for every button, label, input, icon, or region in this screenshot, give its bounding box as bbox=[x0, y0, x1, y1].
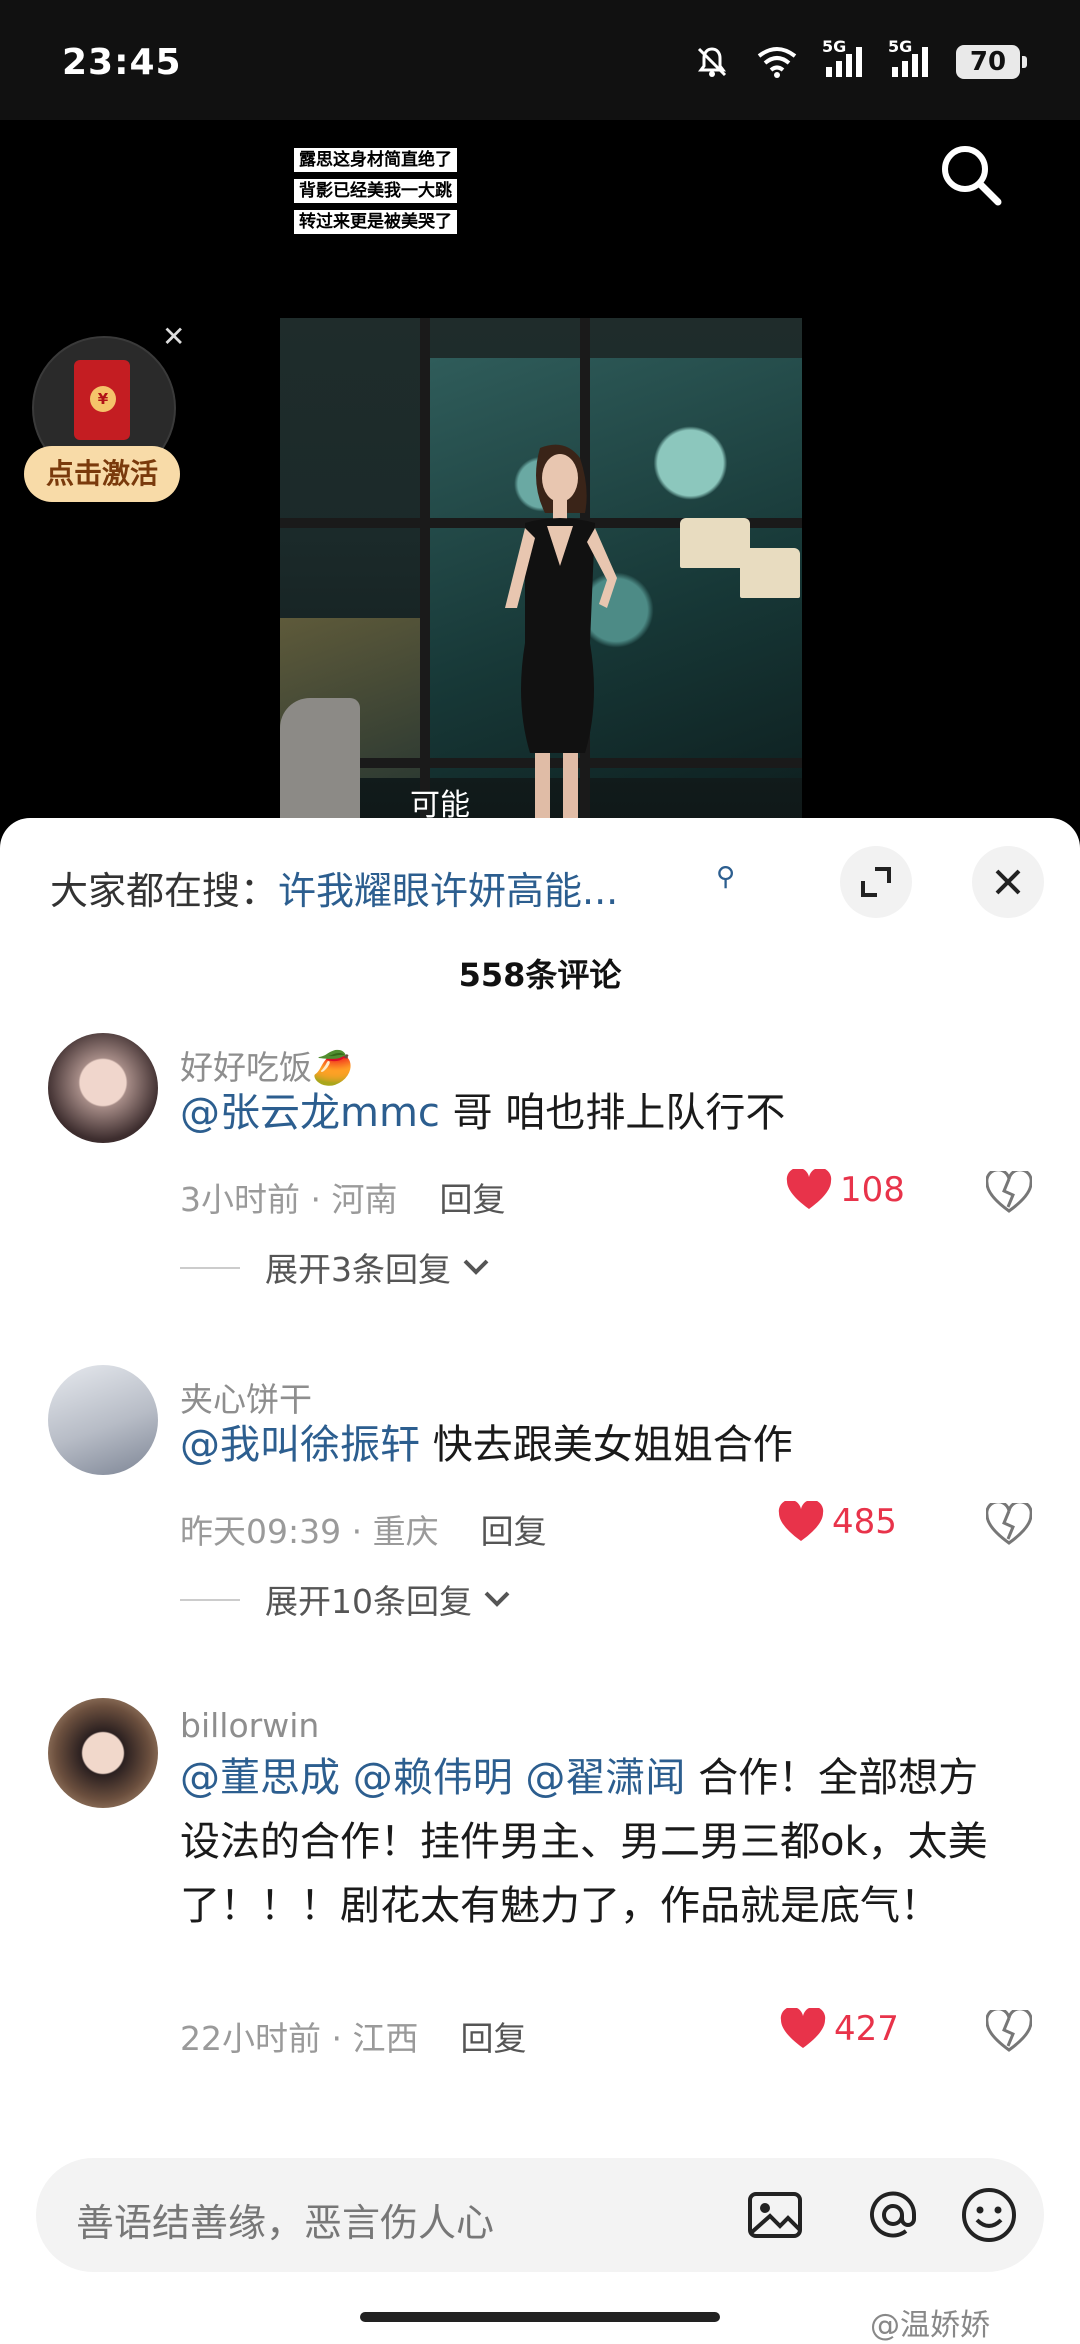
caption-line: 转过来更是被美哭了 bbox=[294, 210, 457, 234]
broken-heart-icon bbox=[985, 1500, 1033, 1545]
comment-input-bar[interactable]: 善语结善缘，恶言伤人心 bbox=[36, 2158, 1044, 2272]
like-button[interactable]: 485 bbox=[778, 1501, 897, 1543]
mention-link[interactable]: @我叫徐振轩 bbox=[180, 1422, 420, 1468]
comment-meta: 昨天09:39 · 重庆 回复 bbox=[180, 1512, 547, 1551]
hot-search-prefix: 大家都在搜： bbox=[50, 869, 279, 913]
search-button[interactable] bbox=[936, 140, 1006, 210]
mention-link[interactable]: @董思成 @赖伟明 @翟潇闻 bbox=[180, 1755, 685, 1801]
mute-bell-icon bbox=[694, 44, 730, 80]
comment-input-placeholder[interactable]: 善语结善缘，恶言伤人心 bbox=[76, 2192, 494, 2247]
video-frame[interactable]: 可能 bbox=[280, 318, 802, 858]
heart-filled-icon bbox=[786, 1169, 832, 1209]
home-indicator[interactable] bbox=[360, 2312, 720, 2322]
comments-panel: 大家都在搜：许我耀眼许妍高能... ⚲ 558条评论 好好吃饭🥭 @张云龙mmc… bbox=[0, 818, 1080, 2344]
image-picker-button[interactable] bbox=[744, 2184, 806, 2246]
avatar[interactable] bbox=[48, 1033, 158, 1143]
status-bar: 23:45 5G 5G 70 bbox=[0, 0, 1080, 120]
expand-panel-button[interactable] bbox=[840, 846, 912, 918]
video-caption-overlay: 露思这身材简直绝了 背影已经美我一大跳 转过来更是被美哭了 bbox=[294, 148, 457, 234]
wifi-icon bbox=[756, 46, 798, 78]
expand-icon bbox=[861, 867, 891, 897]
close-icon bbox=[995, 869, 1021, 895]
like-count: 108 bbox=[840, 1170, 905, 1210]
mention-button[interactable] bbox=[862, 2184, 924, 2246]
heart-filled-icon bbox=[778, 1501, 824, 1541]
avatar[interactable] bbox=[48, 1365, 158, 1475]
hot-search-bar[interactable]: 大家都在搜：许我耀眼许妍高能... bbox=[50, 860, 618, 915]
dislike-button[interactable] bbox=[985, 2007, 1033, 2056]
comment-text: @董思成 @赖伟明 @翟潇闻 合作！全部想方设法的合作！挂件男主、男二男三都ok… bbox=[180, 1755, 988, 1929]
coin-icon: ¥ bbox=[90, 386, 116, 412]
search-icon bbox=[942, 146, 1002, 206]
promo-activate-button[interactable]: 点击激活 bbox=[24, 446, 180, 502]
like-count: 485 bbox=[832, 1502, 897, 1542]
mention-link[interactable]: @张云龙mmc bbox=[180, 1090, 440, 1136]
chevron-down-icon bbox=[484, 1591, 510, 1607]
like-count: 427 bbox=[834, 2009, 899, 2049]
small-search-icon: ⚲ bbox=[716, 862, 736, 892]
broken-heart-icon bbox=[985, 2007, 1033, 2052]
emoji-icon bbox=[962, 2188, 1016, 2242]
watermark: @温娇娇 bbox=[870, 2308, 990, 2343]
promo-close-icon[interactable]: ✕ bbox=[162, 320, 185, 353]
emoji-button[interactable] bbox=[958, 2184, 1020, 2246]
at-sign-icon bbox=[870, 2191, 917, 2238]
reply-button[interactable]: 回复 bbox=[439, 1180, 505, 1219]
comment-meta: 3小时前 · 河南 回复 bbox=[180, 1180, 506, 1219]
comment-count-title: 558条评论 bbox=[458, 956, 622, 994]
close-panel-button[interactable] bbox=[972, 846, 1044, 918]
expand-replies-button[interactable]: 展开10条回复 bbox=[265, 1575, 512, 1623]
caption-line: 露思这身材简直绝了 bbox=[294, 148, 457, 172]
broken-heart-icon bbox=[985, 1168, 1033, 1213]
like-button[interactable]: 427 bbox=[780, 2008, 899, 2050]
status-time: 23:45 bbox=[62, 42, 182, 83]
comment-text: @张云龙mmc 哥 咱也排上队行不 bbox=[180, 1090, 786, 1136]
lamp-shape bbox=[740, 548, 800, 598]
reply-button[interactable]: 回复 bbox=[460, 2019, 526, 2058]
image-icon bbox=[748, 2192, 802, 2238]
expand-replies-button[interactable]: 展开3条回复 bbox=[265, 1243, 491, 1291]
heart-filled-icon bbox=[780, 2008, 826, 2048]
caption-line: 背影已经美我一大跳 bbox=[294, 179, 457, 203]
battery-icon: 70 bbox=[956, 45, 1027, 79]
signal-icon-sim1: 5G bbox=[822, 37, 864, 79]
like-button[interactable]: 108 bbox=[786, 1169, 905, 1211]
comment-meta: 22小时前 · 江西 回复 bbox=[180, 2019, 527, 2058]
chevron-down-icon bbox=[463, 1259, 489, 1275]
comment-text: @我叫徐振轩 快去跟美女姐姐合作 bbox=[180, 1422, 793, 1468]
status-icons: 5G 5G 70 bbox=[694, 37, 1027, 80]
comment-username[interactable]: billorwin bbox=[180, 1706, 319, 1745]
dislike-button[interactable] bbox=[985, 1168, 1033, 1217]
hot-search-query[interactable]: 许我耀眼许妍高能... bbox=[278, 869, 618, 913]
dislike-button[interactable] bbox=[985, 1500, 1033, 1549]
avatar[interactable] bbox=[48, 1698, 158, 1808]
reply-button[interactable]: 回复 bbox=[481, 1512, 547, 1551]
red-packet-promo[interactable]: ¥ 点击激活 bbox=[24, 336, 184, 506]
signal-icon-sim2: 5G bbox=[888, 37, 930, 79]
